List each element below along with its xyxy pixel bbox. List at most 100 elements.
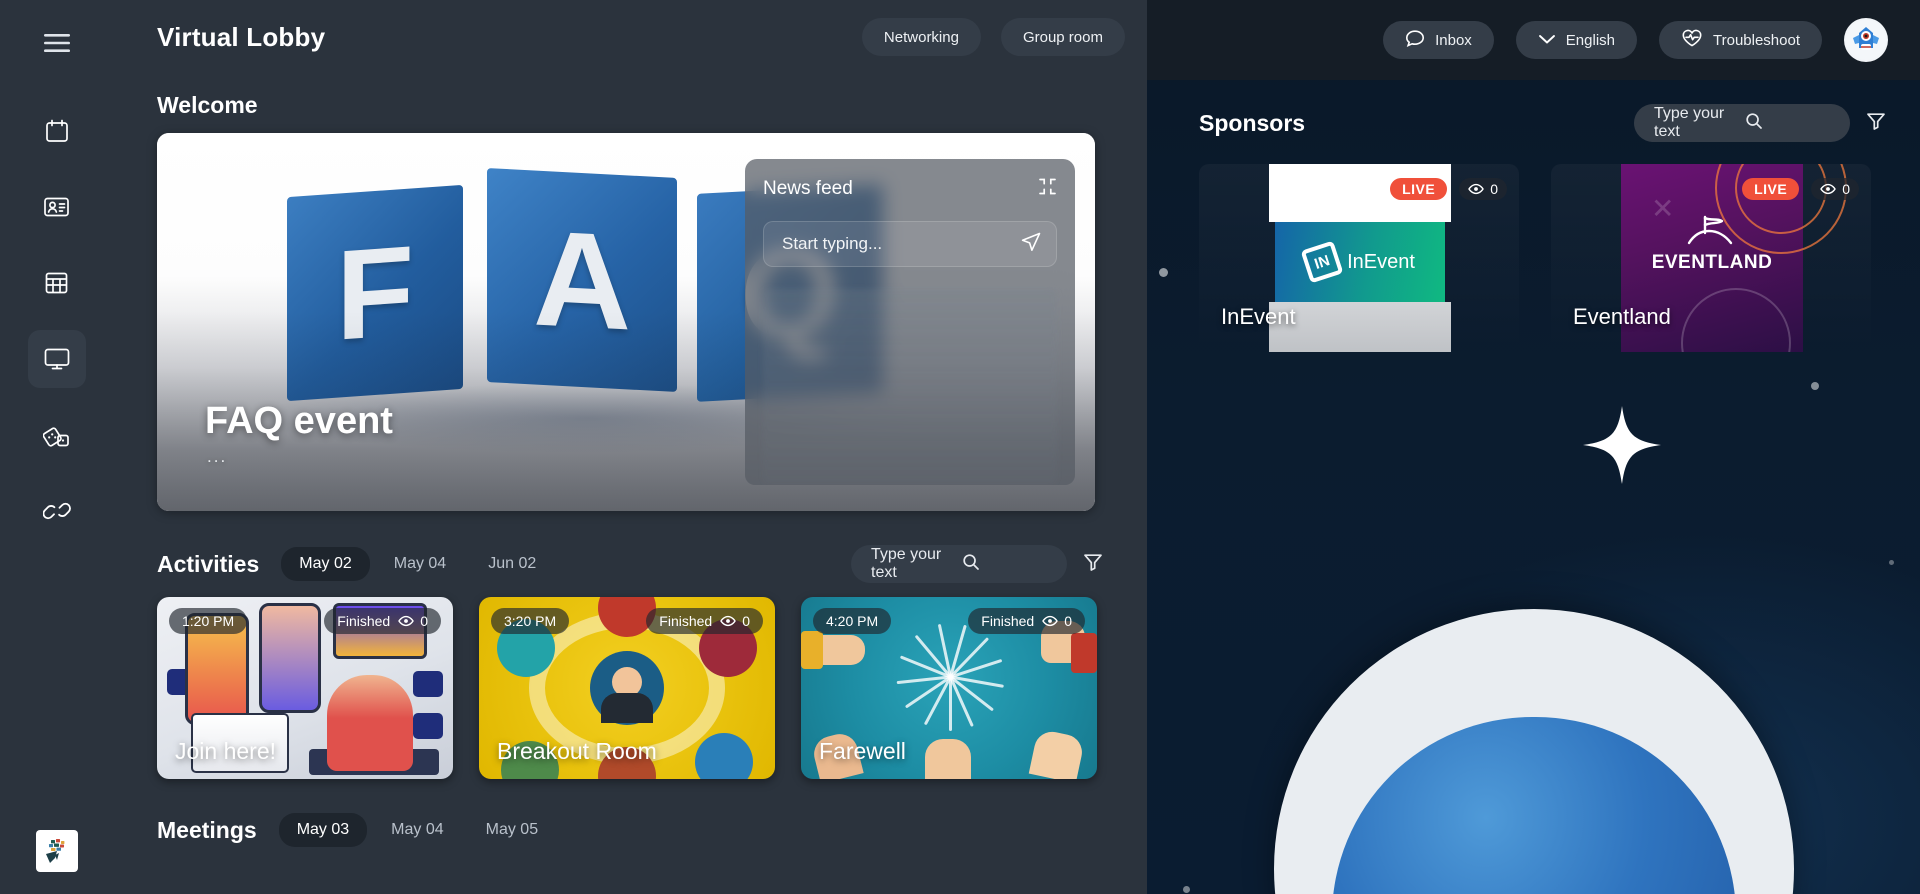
virtual-lobby-app: Virtual Lobby Networking Group room Welc… [0, 0, 1920, 894]
news-feed-body [763, 289, 1057, 485]
inevent-logo-icon: IN [1300, 240, 1344, 284]
activity-card-time: 3:20 PM [491, 608, 570, 634]
activity-card-title: Join here! [175, 738, 277, 764]
sponsors-search-area: Type your text [1634, 104, 1886, 142]
sponsors-panel: Inbox English Troubleshoot Sponsors Type… [1147, 0, 1920, 894]
activities-filter-icon[interactable] [1083, 552, 1103, 577]
meetings-heading: Meetings [157, 816, 257, 843]
sidebar-item-virtual-lobby[interactable] [27, 330, 86, 388]
search-icon[interactable] [962, 553, 1053, 576]
topbar-actions: Networking Group room [861, 18, 1147, 56]
sponsors-search-input[interactable]: Type your text [1634, 104, 1850, 142]
sidebar-item-menu-burger[interactable] [28, 14, 86, 72]
calendar-icon [44, 118, 70, 144]
activity-card-status-group: Finished 0 [324, 608, 441, 634]
activity-card-badges: 4:20 PM Finished 0 [813, 608, 1085, 634]
sponsor-card-views-count: 0 [1842, 181, 1850, 197]
troubleshoot-label: Troubleshoot [1713, 31, 1800, 49]
sidebar-item-table[interactable] [28, 254, 86, 312]
activity-card-join-here[interactable]: 1:20 PM Finished 0 Join here! [157, 597, 453, 779]
sponsor-card-views-count: 0 [1490, 181, 1498, 197]
hero-subtitle: ... [207, 447, 228, 466]
news-feed-placeholder: Start typing... [782, 234, 883, 253]
send-icon[interactable] [1020, 231, 1042, 258]
sponsor-card-badges: LIVE 0 [1742, 178, 1859, 200]
activity-card-farewell[interactable]: 4:20 PM Finished 0 Farewell [801, 597, 1097, 779]
news-feed-input[interactable]: Start typing... [763, 221, 1057, 267]
link-icon [42, 498, 71, 524]
eventland-flag-icon [1683, 214, 1741, 253]
activity-card-badges: 3:20 PM Finished 0 [491, 608, 763, 634]
hero-title: FAQ event [205, 400, 393, 442]
sidebar-item-games[interactable] [28, 406, 86, 464]
activities-header-row: Activities May 02 May 04 Jun 02 Type you… [157, 545, 1103, 583]
news-feed-panel: News feed Start typing... [745, 159, 1075, 485]
decorative-x-icon: ✕ [1651, 193, 1675, 224]
activity-card-views-count: 0 [1064, 613, 1072, 629]
networking-button[interactable]: Networking [861, 18, 981, 56]
sponsor-card-inevent[interactable]: IN InEvent LIVE 0 InEvent [1199, 164, 1519, 352]
sidebar-item-calendar[interactable] [28, 102, 86, 160]
chat-bubble-icon [1405, 29, 1425, 52]
activity-card-views: 0 [398, 613, 428, 629]
activity-card-status: Finished [659, 613, 713, 629]
sidebar-item-links[interactable] [28, 482, 86, 540]
monster-avatar-icon [1846, 20, 1886, 60]
sponsor-card-badges: LIVE 0 [1390, 178, 1507, 200]
activity-card-badges: 1:20 PM Finished 0 [169, 608, 441, 634]
sidebar-item-badge[interactable] [28, 178, 86, 236]
live-badge: LIVE [1742, 178, 1800, 200]
sidebar-rail [0, 0, 113, 894]
hamburger-icon [43, 32, 71, 54]
activities-search-input[interactable]: Type your text [851, 545, 1067, 583]
activity-card-time: 4:20 PM [813, 608, 892, 634]
sponsor-logo-text: InEvent [1347, 250, 1415, 273]
avatar[interactable] [1844, 18, 1888, 62]
sponsor-card-name: Eventland [1573, 304, 1671, 329]
meetings-date-tab-0[interactable]: May 03 [278, 813, 368, 847]
activities-date-tab-1[interactable]: May 04 [376, 547, 464, 581]
activity-card-views: 0 [1042, 613, 1072, 629]
inbox-button[interactable]: Inbox [1383, 21, 1494, 59]
activities-date-tabs: May 02 May 04 Jun 02 [281, 547, 554, 581]
id-card-icon [43, 196, 70, 218]
meetings-date-tab-2[interactable]: May 05 [468, 813, 556, 847]
welcome-heading: Welcome [157, 92, 258, 118]
sponsors-heading: Sponsors [1199, 109, 1306, 136]
table-icon [44, 271, 69, 295]
monitor-icon [43, 347, 71, 371]
activity-card-views: 0 [720, 613, 750, 629]
meetings-date-tab-1[interactable]: May 04 [373, 813, 461, 847]
search-icon[interactable] [1745, 112, 1836, 135]
group-room-button[interactable]: Group room [1000, 18, 1125, 56]
activities-search-area: Type your text [851, 545, 1103, 583]
activities-date-tab-2[interactable]: Jun 02 [470, 547, 554, 581]
sponsor-card-eventland[interactable]: ✕ EVENTLAND LIVE 0 Eventland [1551, 164, 1871, 352]
featured-hero-card[interactable]: F A Q FAQ event ... News feed [157, 133, 1095, 511]
sponsors-header-row: Sponsors Type your text [1199, 104, 1886, 142]
troubleshoot-button[interactable]: Troubleshoot [1659, 21, 1822, 59]
chevron-down-icon [1538, 32, 1556, 49]
activity-card-title: Farewell [819, 738, 906, 764]
main-content: Welcome F A Q FAQ event ... News fe [113, 74, 1147, 847]
activity-card-time: 1:20 PM [169, 608, 248, 634]
event-logo[interactable] [35, 830, 78, 872]
collapse-icon[interactable] [1038, 177, 1057, 201]
networking-label: Networking [883, 28, 959, 46]
activity-card-views-count: 0 [420, 613, 428, 629]
activities-heading: Activities [157, 550, 260, 577]
activity-card-title: Breakout Room [497, 738, 657, 764]
language-selector[interactable]: English [1515, 21, 1637, 59]
sponsors-filter-icon[interactable] [1866, 111, 1886, 136]
sponsors-card-list: IN InEvent LIVE 0 InEvent ✕ EVENTLAND LI… [1199, 164, 1886, 352]
language-label: English [1565, 31, 1615, 49]
activity-card-status-group: Finished 0 [646, 608, 763, 634]
activity-card-breakout-room[interactable]: 3:20 PM Finished 0 Breakout Room [479, 597, 775, 779]
sponsor-card-views: 0 [1811, 178, 1859, 200]
activity-card-status: Finished [337, 613, 391, 629]
sponsor-logo-text: EVENTLAND [1651, 252, 1773, 273]
activities-date-tab-0[interactable]: May 02 [281, 547, 370, 581]
sponsors-search-placeholder: Type your text [1654, 105, 1725, 140]
activity-card-views-count: 0 [742, 613, 750, 629]
main-topbar: Virtual Lobby Networking Group room [113, 0, 1147, 74]
